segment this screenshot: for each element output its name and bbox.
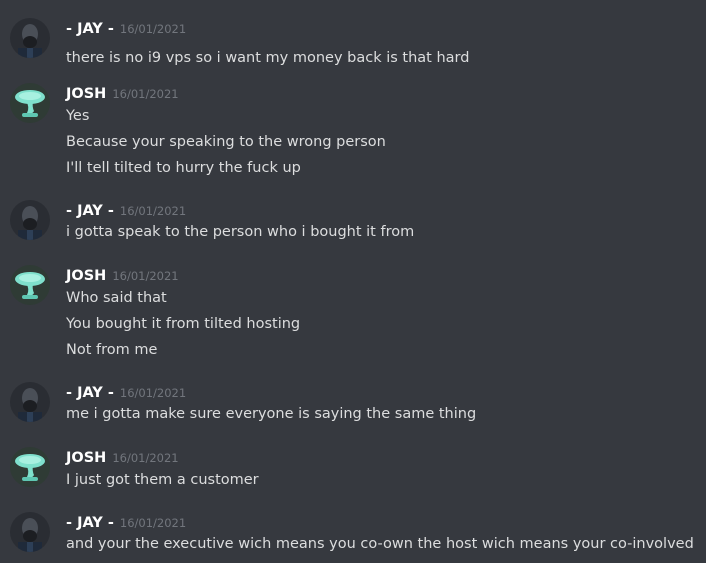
message-header: - JAY - 16/01/2021 bbox=[66, 200, 186, 220]
message-header: - JAY - 16/01/2021 bbox=[66, 382, 186, 402]
teal-mushroom-avatar-icon[interactable] bbox=[10, 83, 50, 123]
dark-bearded-man-avatar-icon[interactable] bbox=[10, 382, 50, 422]
username[interactable]: - JAY - bbox=[66, 21, 114, 37]
timestamp: 16/01/2021 bbox=[119, 204, 187, 218]
username[interactable]: - JAY - bbox=[66, 515, 114, 531]
message-text: I just got them a customer bbox=[66, 472, 259, 488]
message-text: there is no i9 vps so i want my money ba… bbox=[66, 50, 470, 66]
teal-mushroom-avatar-icon[interactable] bbox=[10, 265, 50, 305]
message-text: You bought it from tilted hosting bbox=[66, 316, 301, 332]
message-text: Not from me bbox=[66, 342, 158, 358]
timestamp: 16/01/2021 bbox=[119, 516, 187, 530]
dark-bearded-man-avatar-icon[interactable] bbox=[10, 512, 50, 552]
message-header: - JAY - 16/01/2021 bbox=[66, 18, 186, 38]
timestamp: 16/01/2021 bbox=[112, 451, 179, 465]
message-header: JOSH 16/01/2021 bbox=[66, 265, 179, 285]
dark-bearded-man-avatar-icon[interactable] bbox=[10, 200, 50, 240]
message-text: i gotta speak to the person who i bought… bbox=[66, 224, 415, 240]
timestamp: 16/01/2021 bbox=[119, 22, 187, 36]
message-text: Who said that bbox=[66, 290, 167, 306]
timestamp: 16/01/2021 bbox=[119, 386, 187, 400]
dark-bearded-man-avatar-icon[interactable] bbox=[10, 18, 50, 58]
timestamp: 16/01/2021 bbox=[112, 269, 179, 283]
message-text: me i gotta make sure everyone is saying … bbox=[66, 406, 477, 422]
username[interactable]: JOSH bbox=[66, 86, 106, 102]
message-text: Because your speaking to the wrong perso… bbox=[66, 134, 386, 150]
chat-messages: - JAY - 16/01/2021 there is no i9 vps so i… bbox=[0, 0, 706, 563]
username[interactable]: - JAY - bbox=[66, 385, 114, 401]
message-text: I'll tell tilted to hurry the fuck up bbox=[66, 160, 301, 176]
message-header: - JAY - 16/01/2021 bbox=[66, 512, 186, 532]
timestamp: 16/01/2021 bbox=[112, 87, 179, 101]
message-text: Yes bbox=[66, 108, 90, 124]
username[interactable]: JOSH bbox=[66, 268, 106, 284]
username[interactable]: JOSH bbox=[66, 450, 106, 466]
message-header: JOSH 16/01/2021 bbox=[66, 83, 179, 103]
teal-mushroom-avatar-icon[interactable] bbox=[10, 447, 50, 487]
message-text: and your the executive wich means you co… bbox=[66, 536, 694, 552]
username[interactable]: - JAY - bbox=[66, 203, 114, 219]
message-header: JOSH 16/01/2021 bbox=[66, 447, 179, 467]
